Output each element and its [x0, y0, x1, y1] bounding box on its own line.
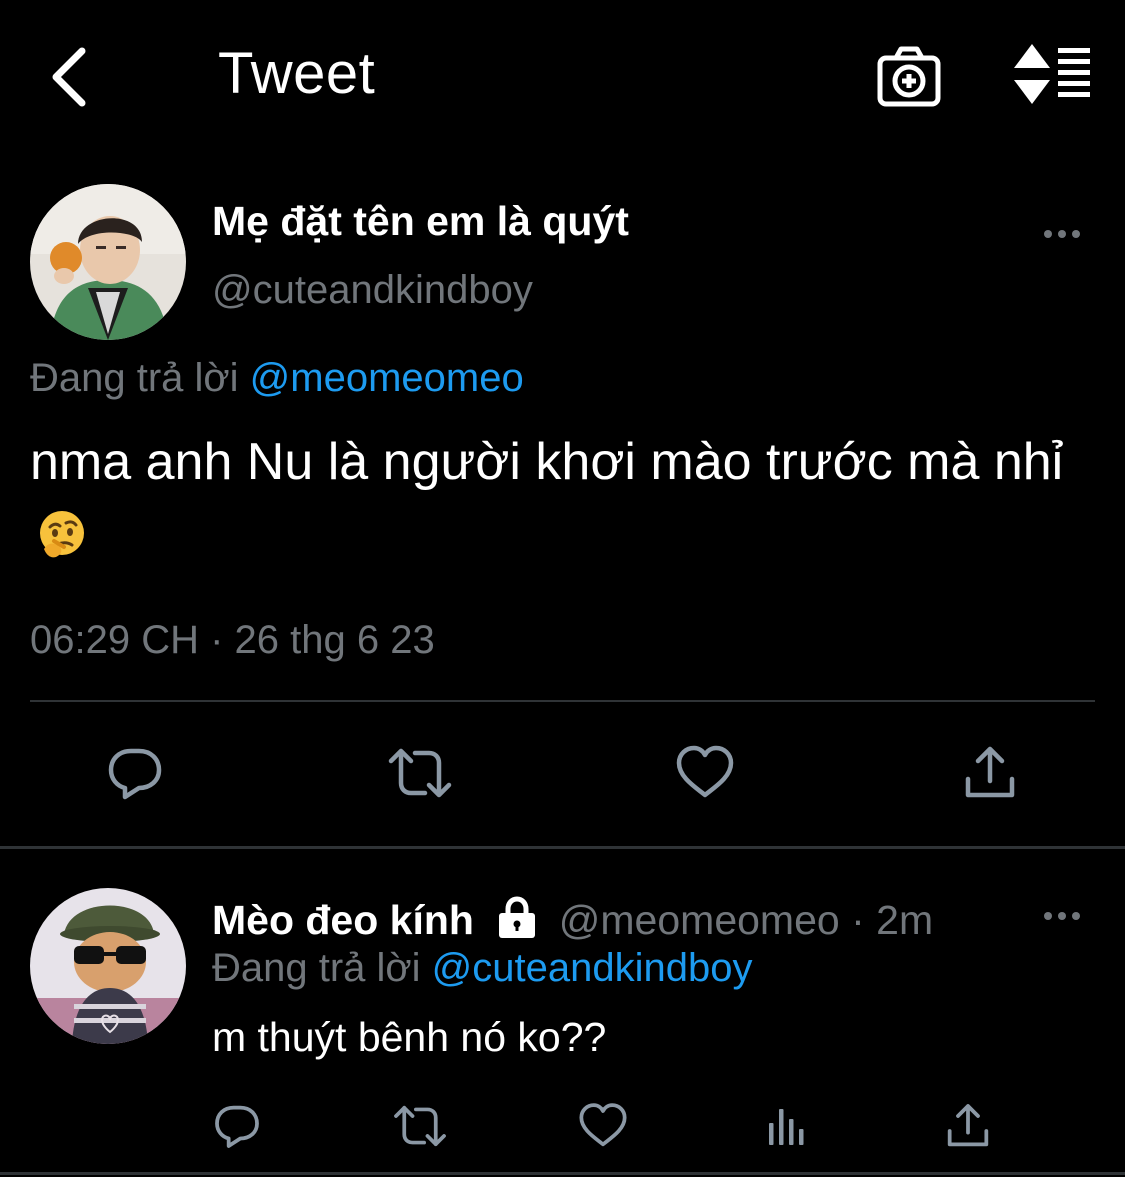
avatar-photo	[30, 184, 186, 340]
tweet-text: nma anh Nu là người khơi mào trước mà nh…	[30, 424, 1090, 576]
reply-more-options-button[interactable]	[1036, 898, 1088, 934]
reply-views-button[interactable]	[754, 1094, 818, 1158]
reply-retweet-button[interactable]	[388, 1094, 452, 1158]
replying-to-mention[interactable]: @cuteandkindboy	[432, 946, 753, 990]
share-button[interactable]	[950, 733, 1030, 813]
display-name[interactable]: Mẹ đặt tên em là quýt	[212, 198, 629, 245]
more-options-button[interactable]	[1036, 216, 1088, 252]
retweet-button[interactable]	[380, 733, 460, 813]
sort-list-icon	[1014, 44, 1090, 104]
reply-share-button[interactable]	[936, 1094, 1000, 1158]
section-divider	[0, 846, 1125, 849]
lock-icon	[499, 896, 536, 938]
sort-button[interactable]	[1010, 42, 1094, 106]
like-icon	[676, 745, 734, 798]
divider	[30, 700, 1095, 702]
reply-reply-button[interactable]	[205, 1094, 269, 1158]
retweet-icon	[388, 748, 452, 798]
tweet-timestamp[interactable]: 06:29 CH · 26 thg 6 23	[30, 618, 435, 663]
top-bar: Tweet	[0, 0, 1125, 150]
separator-dot: ·	[851, 897, 865, 943]
page-title: Tweet	[218, 41, 376, 106]
tweet-text-content: nma anh Nu là người khơi mào trước mà nh…	[30, 433, 1064, 491]
thinking-face-emoji	[40, 511, 84, 558]
replying-to: Đang trả lời @meomeomeo	[30, 356, 524, 401]
bottom-divider	[0, 1172, 1125, 1175]
reply-tweet-text: m thuýt bênh nó ko??	[212, 1014, 607, 1060]
avatar[interactable]	[30, 184, 186, 340]
views-icon	[769, 1109, 804, 1145]
user-handle[interactable]: @cuteandkindboy	[212, 268, 533, 313]
replying-to-label: Đang trả lời	[212, 946, 421, 990]
share-icon	[947, 1104, 989, 1147]
camera-add-icon	[877, 46, 941, 107]
camera-button[interactable]	[872, 42, 944, 112]
reply-display-name[interactable]: Mèo đeo kính	[212, 897, 474, 943]
reply-like-button[interactable]	[571, 1094, 635, 1158]
avatar-photo	[30, 888, 186, 1044]
retweet-icon	[394, 1105, 446, 1147]
reply-header: Mèo đeo kính @meomeomeo · 2m	[212, 896, 933, 944]
like-button[interactable]	[665, 733, 745, 813]
reply-icon	[108, 748, 162, 800]
share-icon	[965, 746, 1015, 798]
like-icon	[579, 1103, 627, 1147]
reply-replying-to: Đang trả lời @cuteandkindboy	[212, 946, 753, 991]
replying-to-mention[interactable]: @meomeomeo	[250, 356, 524, 400]
reply-icon	[215, 1105, 259, 1148]
chevron-left-icon	[52, 47, 86, 107]
more-horizontal-icon	[1044, 230, 1080, 238]
more-horizontal-icon	[1044, 912, 1080, 920]
reply-button[interactable]	[95, 733, 175, 813]
reply-time[interactable]: 2m	[876, 897, 933, 943]
reply-avatar[interactable]	[30, 888, 186, 1044]
reply-user-handle[interactable]: @meomeomeo	[559, 897, 840, 943]
replying-to-label: Đang trả lời	[30, 356, 239, 400]
back-button[interactable]	[40, 42, 96, 112]
